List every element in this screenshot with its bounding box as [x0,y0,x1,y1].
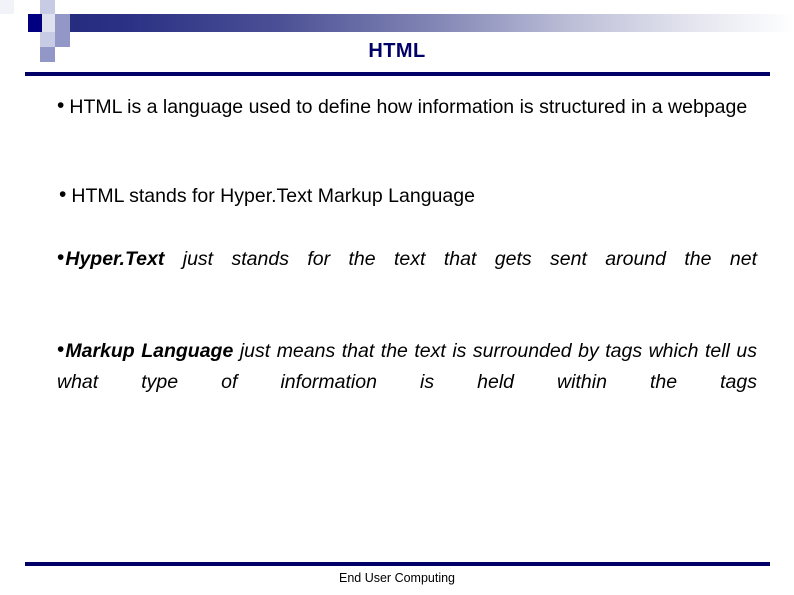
footer-divider [25,562,770,566]
decor-square-faint [42,14,55,32]
bullet-marker-icon: • [57,246,65,270]
bullet-item: • HTML stands for Hyper.Text Markup Langu… [59,181,753,212]
bullet-marker-icon: • [57,94,65,118]
bullet-item: •Markup Language just means that the tex… [57,336,757,429]
bullet-marker-icon: • [59,183,67,207]
bullet-marker-icon: • [57,338,65,362]
page-title: HTML [368,40,426,62]
decor-square-navy [28,14,42,32]
bullet-text: HTML stands for Hyper.Text Markup Langua… [71,185,475,207]
bullet-lead-in: Markup Language [65,340,234,362]
bullet-item: •Hyper.Text just stands for the text tha… [57,244,757,306]
decor-square-light-b [14,0,28,14]
footer-label: End User Computing [338,571,456,585]
decor-square-light-c [40,0,55,14]
decor-square-mid-a [55,14,70,32]
bullet-text: HTML is a language used to define how in… [69,96,748,118]
title-divider [25,72,770,76]
bullet-item: • HTML is a language used to define how i… [57,92,751,123]
bullet-text: just stands for the text that gets sent … [164,248,757,270]
bullet-lead-in: Hyper.Text [65,248,165,270]
decor-square-light-a [0,0,14,14]
decor-gradient-bar [52,14,794,32]
